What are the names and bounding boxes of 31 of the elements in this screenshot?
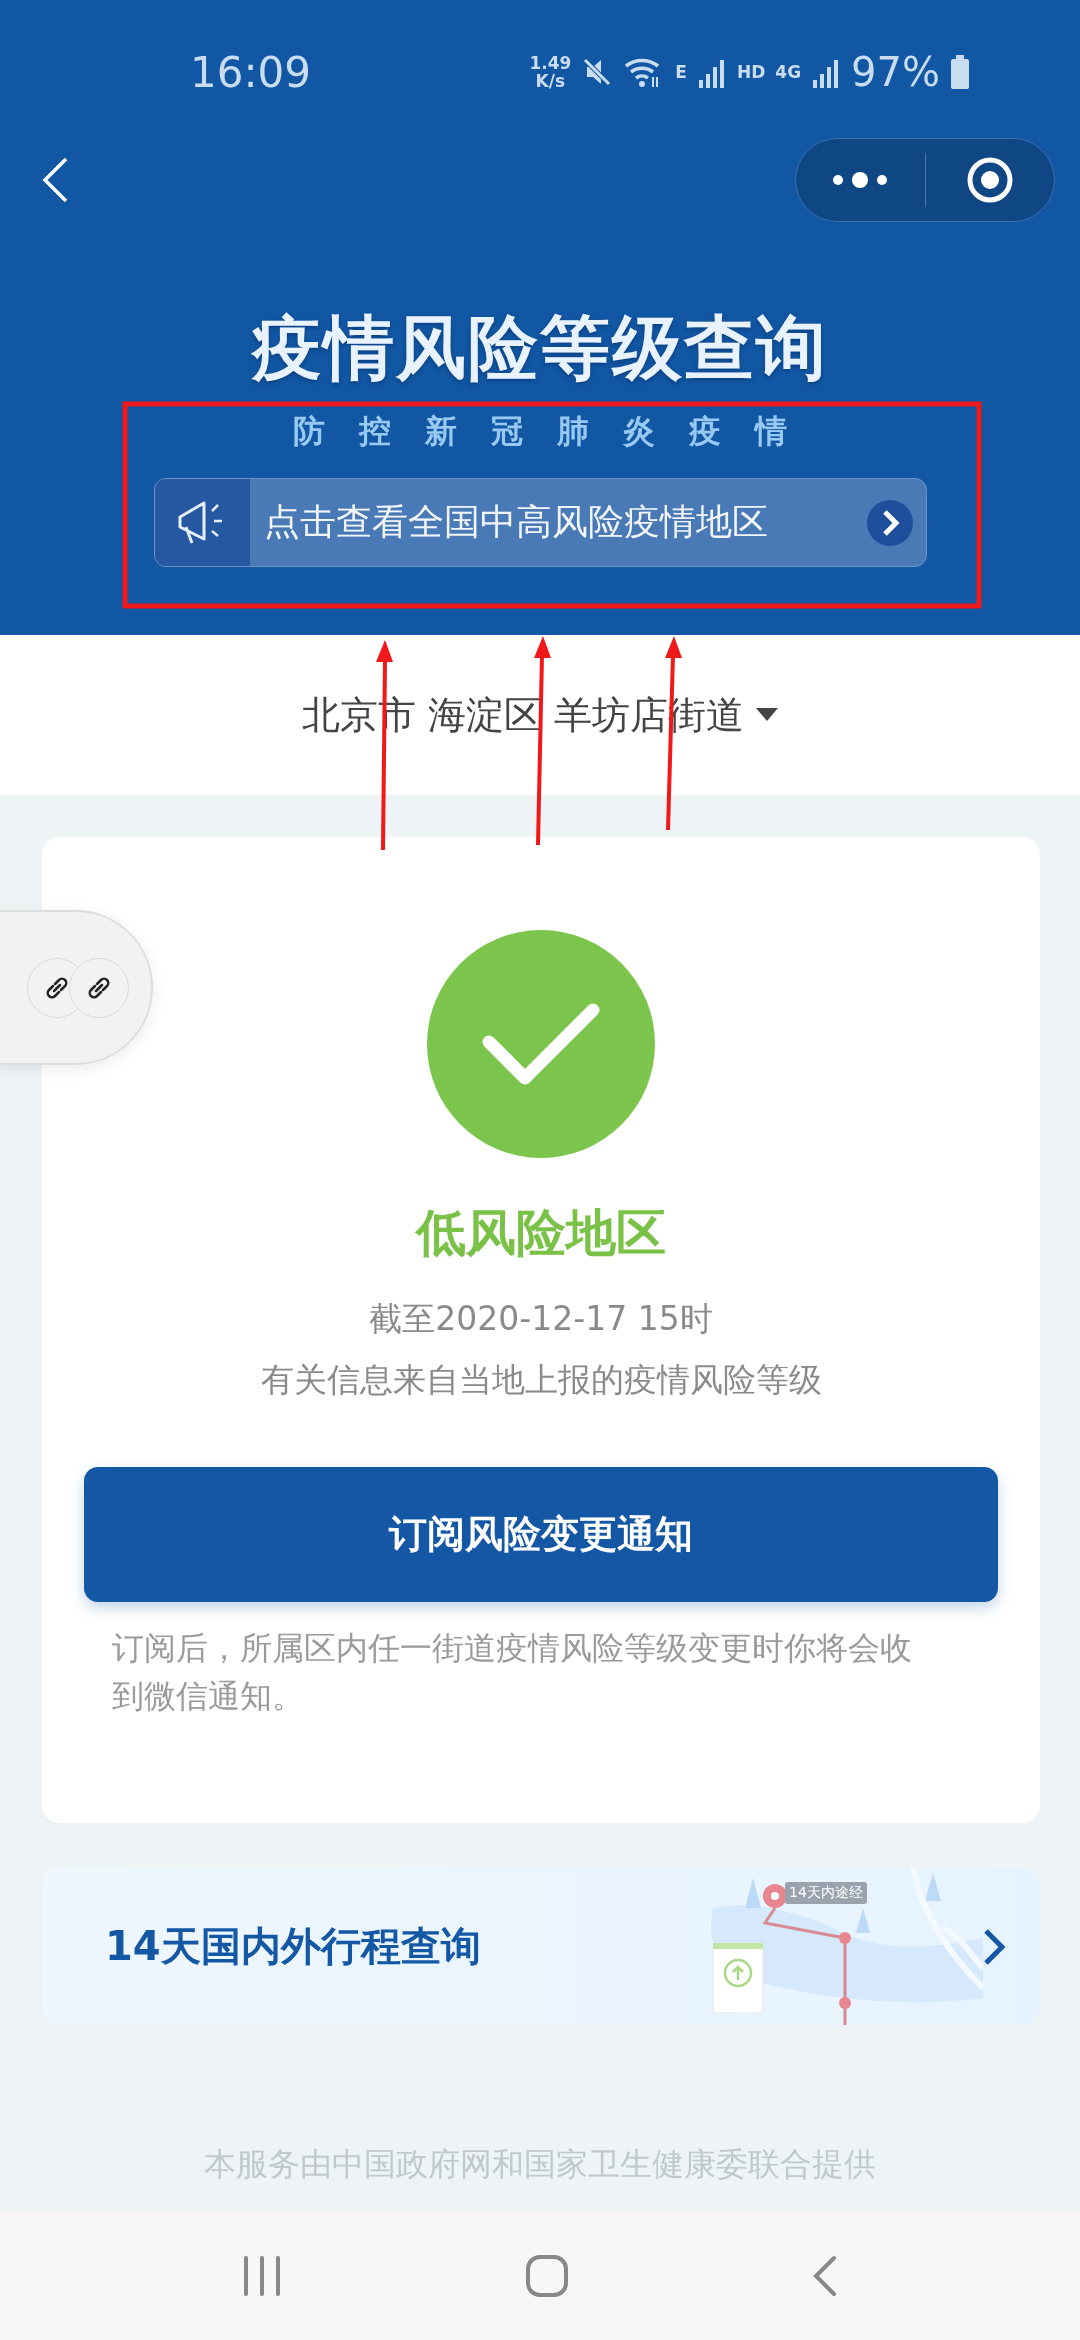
back-icon[interactable] (40, 156, 70, 204)
link-icon[interactable] (86, 975, 112, 1001)
hd-label: HD (736, 62, 766, 82)
notice-bar[interactable]: 点击查看全国中高风险疫情地区 (153, 478, 927, 567)
battery-level: 97% (851, 49, 940, 95)
source-text: 有关信息来自当地上报的疫情风险等级 (260, 1359, 822, 1401)
back-icon[interactable] (812, 2255, 839, 2297)
chevron-icon (865, 498, 914, 547)
map-tag: 14天内途经 (785, 1882, 867, 1904)
dropdown-icon (756, 708, 778, 722)
home-icon[interactable] (525, 2254, 569, 2298)
risk-level: 低风险地区 (416, 1203, 666, 1264)
speed-value: 1.49 (529, 54, 572, 72)
page-title: 疫情风险等级查询 (252, 306, 828, 391)
page-subtitle: 防控新冠肺炎疫情 (293, 411, 821, 452)
battery-icon (950, 55, 970, 89)
update-time: 截至2020-12-17 15时 (369, 1298, 713, 1340)
trip-card[interactable]: 14天国内外行程查询 14天内途经 (42, 1868, 1040, 2025)
chevron-icon (983, 1927, 1005, 1966)
network-label: E (675, 62, 687, 82)
more-icon[interactable] (832, 172, 889, 188)
link-icon[interactable] (44, 975, 70, 1001)
notice-text: 点击查看全国中高风险疫情地区 (262, 500, 769, 544)
trip-title: 14天国内外行程查询 (104, 1922, 482, 1971)
subscribe-button[interactable]: 订阅风险变更通知 (84, 1467, 998, 1602)
recents-icon[interactable] (241, 2255, 282, 2297)
check-icon (427, 930, 655, 1158)
clock: 16:09 (190, 46, 313, 97)
speed-unit: K/s (535, 72, 566, 90)
subscribe-note: 订阅后，所属区内任一街道疫情风险等级变更时你将会收到微信通知。 (112, 1628, 913, 1717)
mobile-label: 4G (775, 62, 802, 82)
